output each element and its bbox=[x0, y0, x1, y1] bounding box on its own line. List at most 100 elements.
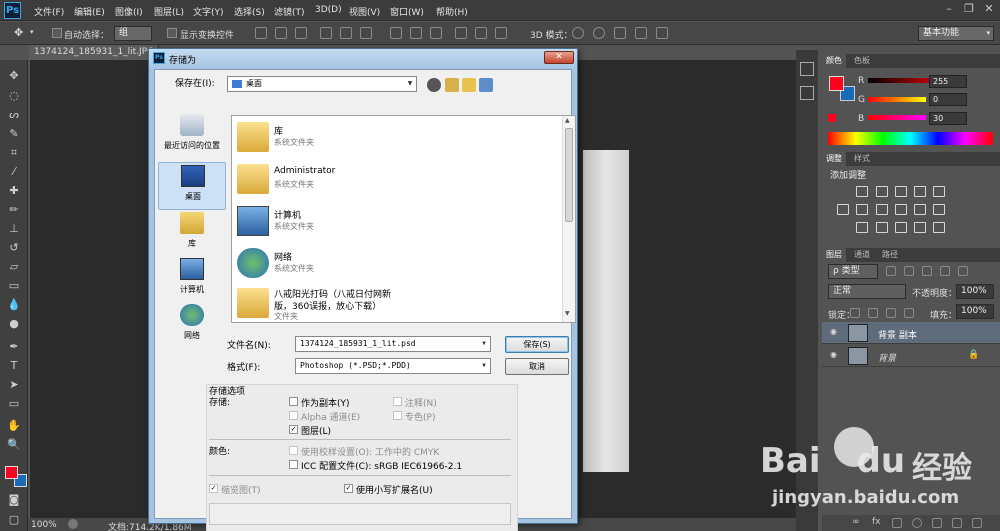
quick-select-tool-icon[interactable]: ✎ bbox=[4, 126, 24, 141]
auto-select-checkbox[interactable] bbox=[52, 28, 62, 38]
menu-window[interactable]: 窗口(W) bbox=[390, 5, 424, 18]
file-list-scrollbar[interactable]: ▲ ▼ bbox=[562, 116, 575, 322]
hue-saturation-icon[interactable] bbox=[837, 204, 849, 215]
g-value[interactable]: 0 bbox=[929, 93, 967, 106]
place-computer[interactable]: 计算机 bbox=[158, 256, 226, 304]
3d-pan-icon[interactable] bbox=[614, 27, 626, 39]
history-panel-icon[interactable] bbox=[800, 62, 814, 76]
shape-tool-icon[interactable]: ▭ bbox=[4, 396, 24, 411]
menu-help[interactable]: 帮助(H) bbox=[436, 5, 468, 18]
auto-select-dropdown[interactable]: 组 bbox=[114, 26, 152, 41]
menu-filter[interactable]: 滤镜(T) bbox=[274, 5, 305, 18]
new-folder-icon[interactable] bbox=[462, 78, 476, 92]
opacity-input[interactable]: 100% bbox=[956, 284, 994, 299]
r-value[interactable]: 255 bbox=[929, 75, 967, 88]
foreground-color-swatch[interactable] bbox=[5, 466, 18, 479]
up-folder-icon[interactable] bbox=[445, 78, 459, 92]
align-left-icon[interactable] bbox=[320, 27, 332, 39]
align-right-icon[interactable] bbox=[360, 27, 372, 39]
filter-pixel-icon[interactable] bbox=[886, 266, 896, 276]
tool-preset-arrow-icon[interactable]: ▾ bbox=[30, 28, 34, 36]
layers-checkbox[interactable]: ✓ bbox=[289, 425, 298, 434]
levels-icon[interactable] bbox=[876, 186, 888, 197]
properties-panel-icon[interactable] bbox=[800, 86, 814, 100]
invert-icon[interactable] bbox=[856, 222, 868, 233]
hand-tool-icon[interactable]: ✋ bbox=[4, 418, 24, 433]
list-item[interactable]: 八戒阳光打码（八戒日付网新 版，360误报，放心下载） 文件夹 bbox=[234, 284, 559, 324]
tab-adjustments[interactable]: 调整 bbox=[822, 152, 846, 166]
filename-input[interactable]: 1374124_185931_1_lit.psd ▼ bbox=[295, 336, 491, 352]
exposure-icon[interactable] bbox=[914, 186, 926, 197]
layer-row-selected[interactable]: ◉ 背景 副本 bbox=[822, 322, 1000, 344]
format-dropdown[interactable]: Photoshop (*.PSD;*.PDD) ▼ bbox=[295, 358, 491, 374]
place-recent[interactable]: 最近访问的位置 bbox=[158, 112, 226, 160]
file-list[interactable]: 库 系统文件夹 Administrator 系统文件夹 计算机 系统文件夹 网络… bbox=[231, 115, 576, 323]
place-network[interactable]: 网络 bbox=[158, 302, 226, 350]
curves-icon[interactable] bbox=[895, 186, 907, 197]
zoom-level[interactable]: 100% bbox=[31, 520, 57, 530]
g-slider[interactable] bbox=[868, 97, 926, 102]
cancel-button[interactable]: 取消 bbox=[505, 358, 569, 375]
b-slider[interactable] bbox=[868, 115, 926, 120]
close-window-button[interactable]: ✕ bbox=[982, 2, 996, 16]
lock-transparent-icon[interactable] bbox=[850, 308, 860, 318]
lock-all-icon[interactable] bbox=[904, 308, 914, 318]
menu-image[interactable]: 图像(I) bbox=[115, 5, 143, 18]
dodge-tool-icon[interactable]: ● bbox=[4, 316, 24, 331]
clone-stamp-tool-icon[interactable]: ⊥ bbox=[4, 221, 24, 236]
place-libraries[interactable]: 库 bbox=[158, 210, 226, 258]
3d-rotate-icon[interactable] bbox=[572, 27, 584, 39]
filter-type-icon[interactable] bbox=[922, 266, 932, 276]
view-menu-icon[interactable] bbox=[479, 78, 493, 92]
brush-tool-icon[interactable]: ✏ bbox=[4, 202, 24, 217]
eye-icon[interactable]: ◉ bbox=[830, 351, 840, 359]
menu-file[interactable]: 文件(F) bbox=[34, 5, 64, 18]
color-lookup-icon[interactable] bbox=[933, 204, 945, 215]
tab-paths[interactable]: 路径 bbox=[878, 248, 902, 262]
document-tab[interactable]: 1374124_185931_1_lit.JPG bbox=[29, 45, 159, 60]
menu-select[interactable]: 选择(S) bbox=[234, 5, 265, 18]
list-item[interactable]: 网络 系统文件夹 bbox=[234, 244, 559, 284]
lowercase-ext-checkbox[interactable]: ✓ bbox=[344, 484, 353, 493]
marquee-tool-icon[interactable]: ◌ bbox=[4, 88, 24, 103]
eraser-tool-icon[interactable]: ▱ bbox=[4, 259, 24, 274]
eyedropper-tool-icon[interactable]: ⁄ bbox=[4, 164, 24, 179]
filter-smart-icon[interactable] bbox=[958, 266, 968, 276]
list-item[interactable]: 库 系统文件夹 bbox=[234, 118, 559, 158]
quick-mask-icon[interactable]: ◙ bbox=[4, 492, 24, 507]
photo-filter-icon[interactable] bbox=[895, 204, 907, 215]
tab-color[interactable]: 颜色 bbox=[822, 54, 846, 68]
scroll-up-icon[interactable]: ▲ bbox=[565, 117, 570, 124]
color-fg-swatch[interactable] bbox=[829, 76, 844, 91]
gradient-tool-icon[interactable]: ▭ bbox=[4, 278, 24, 293]
scrollbar-thumb[interactable] bbox=[565, 128, 573, 222]
distribute-vcenter-icon[interactable] bbox=[410, 27, 422, 39]
gradient-map-icon[interactable] bbox=[933, 222, 945, 233]
screen-mode-icon[interactable]: ▢ bbox=[4, 512, 24, 527]
tab-channels[interactable]: 通道 bbox=[850, 248, 874, 262]
dialog-title-bar[interactable]: Ps 存储为 ✕ bbox=[149, 49, 577, 68]
zoom-tool-icon[interactable]: 🔍 bbox=[4, 437, 24, 452]
threshold-icon[interactable] bbox=[895, 222, 907, 233]
layer-name[interactable]: 背景 副本 bbox=[878, 328, 917, 341]
copy-checkbox[interactable] bbox=[289, 397, 298, 406]
distribute-right-icon[interactable] bbox=[495, 27, 507, 39]
distribute-left-icon[interactable] bbox=[455, 27, 467, 39]
save-in-dropdown[interactable]: 桌面 ▼ bbox=[227, 76, 417, 92]
list-item[interactable]: Administrator 系统文件夹 bbox=[234, 160, 559, 200]
align-bottom-icon[interactable] bbox=[295, 27, 307, 39]
list-item[interactable]: 计算机 系统文件夹 bbox=[234, 202, 559, 242]
color-spectrum-ramp[interactable] bbox=[828, 132, 993, 145]
distribute-bottom-icon[interactable] bbox=[430, 27, 442, 39]
crop-tool-icon[interactable]: ⌗ bbox=[4, 145, 24, 160]
3d-scale-icon[interactable] bbox=[656, 27, 668, 39]
eye-icon[interactable]: ◉ bbox=[830, 328, 840, 336]
align-vcenter-icon[interactable] bbox=[275, 27, 287, 39]
tab-layers[interactable]: 图层 bbox=[822, 248, 846, 262]
selective-color-icon[interactable] bbox=[914, 222, 926, 233]
filter-adjust-icon[interactable] bbox=[904, 266, 914, 276]
layer-name[interactable]: 背景 bbox=[878, 351, 896, 364]
menu-edit[interactable]: 编辑(E) bbox=[74, 5, 105, 18]
place-desktop[interactable]: 桌面 bbox=[158, 162, 226, 210]
dialog-close-button[interactable]: ✕ bbox=[544, 51, 574, 64]
